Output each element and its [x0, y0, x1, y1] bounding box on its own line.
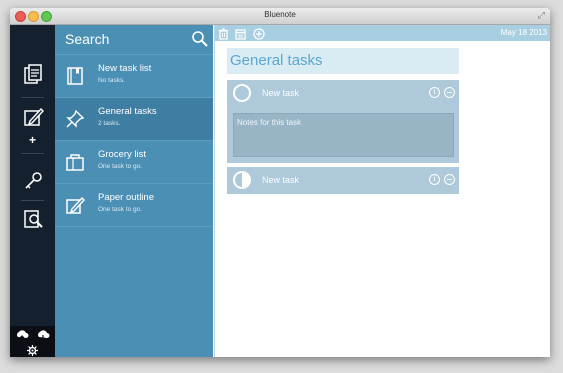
task-card[interactable]: New task i: [227, 167, 459, 194]
task-detail-panel: May 18 2013 General tasks New task i Not…: [214, 25, 550, 357]
sidebar-divider: [21, 97, 44, 98]
notes-icon[interactable]: [10, 63, 55, 90]
add-icon[interactable]: +: [10, 133, 55, 147]
task-title[interactable]: New task: [262, 175, 299, 185]
group-title-text: General tasks: [230, 52, 323, 69]
remove-task-icon[interactable]: [444, 174, 455, 185]
list-item-subtitle: One task to go.: [98, 206, 143, 213]
book-icon: [65, 66, 85, 91]
icon-sidebar: +: [10, 25, 55, 357]
task-title[interactable]: New task: [262, 88, 299, 98]
list-item-subtitle: One task to go.: [98, 163, 143, 170]
search-doc-icon[interactable]: [10, 208, 55, 235]
task-card[interactable]: New task i Notes for this task: [227, 80, 459, 163]
list-item-subtitle: No tasks.: [98, 77, 126, 84]
remove-task-icon[interactable]: [444, 87, 455, 98]
fullscreen-icon[interactable]: ⤢: [538, 11, 545, 20]
key-icon[interactable]: [10, 170, 55, 197]
sidebar-divider: [21, 153, 44, 154]
bag-icon: [65, 152, 85, 177]
task-progress-toggle[interactable]: [233, 171, 251, 189]
app-window: Bluenote ⤢ + Search New task list No tas…: [10, 8, 550, 357]
trash-icon[interactable]: [218, 27, 229, 45]
group-title[interactable]: General tasks: [227, 48, 459, 74]
date-label: May 18 2013: [500, 28, 547, 37]
sync-panel: [10, 326, 55, 357]
list-item-paper-outline[interactable]: Paper outline One task to go.: [55, 183, 213, 227]
info-icon[interactable]: i: [429, 87, 440, 98]
list-item-grocery-list[interactable]: Grocery list One task to go.: [55, 140, 213, 183]
cloud-download-icon[interactable]: [36, 329, 50, 347]
list-item-title: New task list: [98, 63, 152, 74]
pencil-icon: [65, 195, 85, 220]
list-item-general-tasks[interactable]: General tasks 2 tasks.: [55, 97, 213, 140]
list-item-title: Grocery list: [98, 149, 147, 160]
list-item-subtitle: 2 tasks.: [98, 120, 121, 127]
list-item-title: Paper outline: [98, 192, 154, 203]
sidebar-divider: [21, 200, 44, 201]
list-item-title: General tasks: [98, 106, 157, 117]
task-list-panel: Search New task list No tasks. General t…: [55, 25, 213, 357]
list-item-new-task-list[interactable]: New task list No tasks.: [55, 54, 213, 97]
search-label: Search: [65, 31, 110, 47]
search-icon[interactable]: [191, 30, 209, 53]
add-circle-icon[interactable]: [253, 27, 265, 45]
pin-icon: [65, 109, 85, 134]
title-bar: Bluenote ⤢: [10, 8, 550, 25]
edit-icon[interactable]: [10, 106, 55, 133]
calendar-icon[interactable]: [235, 27, 246, 45]
task-complete-toggle[interactable]: [233, 84, 251, 102]
task-notes-placeholder: Notes for this task: [237, 118, 302, 127]
toolbar: May 18 2013: [215, 25, 550, 41]
window-title: Bluenote: [264, 10, 296, 19]
task-notes-field[interactable]: Notes for this task: [233, 113, 454, 157]
settings-gear-icon[interactable]: [27, 343, 38, 357]
info-icon[interactable]: i: [429, 174, 440, 185]
